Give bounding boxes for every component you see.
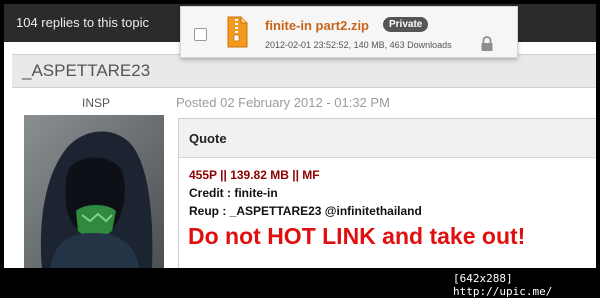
image-host-footer: [642x288] http://upic.me/ — [453, 272, 553, 298]
post-author-name[interactable]: _ASPETTARE23 — [22, 61, 150, 81]
attachment-checkbox[interactable] — [194, 28, 207, 41]
attachment-meta: 2012-02-01 23:52:52, 140 MB, 463 Downloa… — [265, 40, 452, 50]
file-stats: 455P || 139.82 MB || MF — [189, 168, 320, 182]
attachment-card[interactable]: finite-in part2.zip Private 2012-02-01 2… — [180, 6, 518, 58]
zip-file-icon — [227, 16, 248, 48]
lock-icon — [481, 36, 493, 51]
quote-block: Quote 455P || 139.82 MB || MF Credit : f… — [178, 118, 596, 268]
forum-screenshot: 104 replies to this topic _ASPETTARE23 f… — [4, 4, 596, 268]
quote-title: Quote — [189, 131, 227, 146]
avatar-hooded-figure — [24, 115, 164, 268]
replies-count: 104 replies to this topic — [16, 15, 149, 30]
avatar[interactable] — [24, 115, 164, 268]
hotlink-warning: Do not HOT LINK and take out! — [188, 223, 526, 249]
attachment-filename[interactable]: finite-in part2.zip — [265, 18, 369, 33]
quote-header: Quote — [179, 119, 596, 158]
post-author-bar: _ASPETTARE23 — [12, 54, 596, 88]
member-role: INSP — [82, 96, 111, 110]
private-badge: Private — [383, 17, 429, 32]
reup-line: Reup : _ASPETTARE23 @infinitethailand — [189, 204, 422, 218]
post-date: Posted 02 February 2012 - 01:32 PM — [176, 95, 390, 110]
credit-line: Credit : finite-in — [189, 186, 278, 200]
